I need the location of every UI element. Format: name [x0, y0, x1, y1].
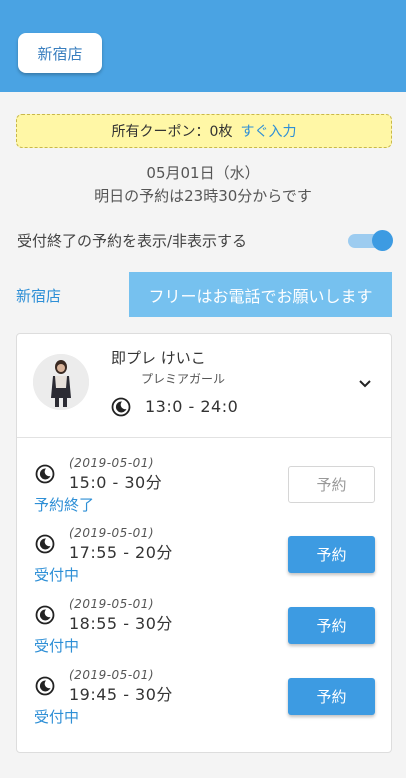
slot-date: (2019-05-01)	[69, 668, 155, 682]
shift-time: 13:0 - 24:0	[145, 397, 239, 416]
avatar	[33, 354, 89, 410]
moon-clock-icon	[35, 464, 55, 484]
slot-date: (2019-05-01)	[69, 456, 155, 470]
moon-clock-icon	[35, 534, 55, 554]
slot-status: 受付中	[34, 708, 80, 726]
reserve-button[interactable]: 予約	[288, 536, 375, 573]
slot-status: 受付中	[34, 637, 80, 655]
reserve-button[interactable]: 予約	[288, 466, 375, 503]
shop-link[interactable]: 新宿店	[16, 285, 61, 306]
time-slot: (2019-05-01) 15:0 - 30分 予約終了 予約	[17, 456, 391, 526]
slot-date: (2019-05-01)	[69, 526, 155, 540]
slot-date: (2019-05-01)	[69, 597, 155, 611]
slot-time: 18:55 - 30分	[69, 614, 173, 633]
toggle-label: 受付終了の予約を表示/非表示する	[17, 232, 248, 250]
time-slot: (2019-05-01) 19:45 - 30分 受付中 予約	[17, 668, 391, 738]
time-slot: (2019-05-01) 17:55 - 20分 受付中 予約	[17, 526, 391, 596]
reserve-button[interactable]: 予約	[288, 607, 375, 644]
time-slot: (2019-05-01) 18:55 - 30分 受付中 予約	[17, 597, 391, 667]
moon-clock-icon	[35, 676, 55, 696]
moon-clock-icon	[111, 397, 131, 417]
slot-time: 15:0 - 30分	[69, 473, 163, 492]
girl-card-header[interactable]: 即プレ けいこ プレミアガール 13:0 - 24:0	[17, 334, 391, 438]
top-bar: 新宿店	[0, 0, 406, 92]
reserve-button[interactable]: 予約	[288, 678, 375, 715]
slot-time: 17:55 - 20分	[69, 543, 173, 562]
toggle-knob	[372, 230, 393, 251]
slot-status: 受付中	[34, 566, 80, 584]
show-closed-toggle[interactable]	[348, 230, 393, 251]
store-button[interactable]: 新宿店	[18, 33, 102, 73]
moon-clock-icon	[35, 605, 55, 625]
slot-time: 19:45 - 30分	[69, 685, 173, 704]
girl-card: 即プレ けいこ プレミアガール 13:0 - 24:0 (2019-05-01)…	[16, 333, 392, 753]
girl-rank: プレミアガール	[141, 372, 226, 386]
free-call-button[interactable]: フリーはお電話でお願いします	[129, 272, 392, 317]
reservation-notice: 明日の予約は23時30分からです	[94, 187, 312, 205]
schedule-date: 05月01日（水）	[146, 164, 260, 182]
coupon-count: 所有クーポン：0枚	[111, 124, 233, 140]
chevron-down-icon[interactable]	[357, 375, 373, 391]
coupon-input-link[interactable]: すぐ入力	[240, 121, 296, 141]
girl-name: 即プレ けいこ	[111, 349, 206, 367]
coupon-banner: 所有クーポン：0枚 すぐ入力	[16, 114, 392, 148]
slot-status: 予約終了	[34, 496, 95, 514]
